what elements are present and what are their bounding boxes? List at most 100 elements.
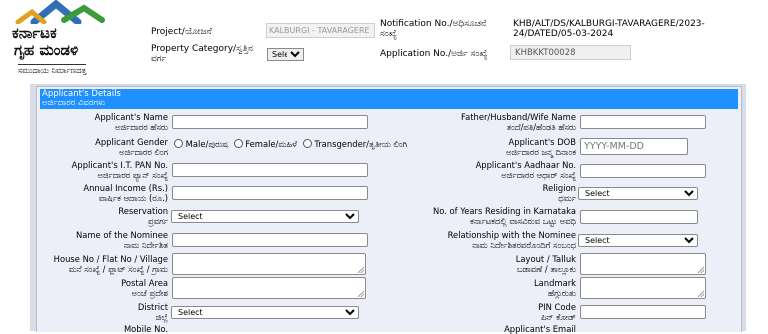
property-category-label: Property Category/ಸ್ವತ್ತಿನ ವರ್ಗ <box>151 44 253 64</box>
notification-label-line1: Notification No./ಅಧಿಸೂಚನೆ <box>380 19 487 29</box>
postal-label: Postal Area ಅಂಚೆ ಪ್ರದೇಶ <box>40 278 168 298</box>
reservation-select[interactable]: Select <box>171 210 359 223</box>
resize-grip-icon[interactable] <box>698 291 704 297</box>
income-label-kn: ವಾರ್ಷಿಕ ಆದಾಯ (ರೂ.) <box>98 193 168 203</box>
postal-textarea[interactable] <box>172 277 366 299</box>
religion-label-kn: ಧರ್ಮ <box>558 193 576 203</box>
application-label: Application No./ಅರ್ಜಿ ಸಂಖ್ಯೆ <box>380 49 488 59</box>
khb-logo: ಕರ್ನಾಟಕ ಗೃಹ ಮಂಡಳಿ ಸಮುದಾಯ ನಿರ್ಮಾಣದತ್ತ <box>4 0 124 80</box>
dob-label-en: Applicant's DOB <box>508 137 576 147</box>
logo-line1: ಕರ್ನಾಟಕ <box>12 24 57 42</box>
resize-grip-icon[interactable] <box>698 267 704 273</box>
father-name-label-en: Father/Husband/Wife Name <box>461 112 576 122</box>
pin-label-kn: ಪಿನ್ ಕೋಡ್ <box>540 312 576 322</box>
reservation-label: Reservation ಪ್ರವರ್ಗ <box>40 206 168 226</box>
gender-label-kn: ಅರ್ಜಿದಾರರ ಲಿಂಗ <box>119 147 168 157</box>
dob-label: Applicant's DOB ಅರ್ಜಿದಾರರ ಜನ್ಮ ದಿನಾಂಕ <box>420 137 576 157</box>
notification-value: KHB/ALT/DS/KALBURGI-TAVARAGERE/2023-24/D… <box>513 19 705 39</box>
district-label: District ಜಿಲ್ಲೆ <box>40 302 168 322</box>
notification-label-line2: ಸಂಖ್ಯೆ <box>380 29 397 39</box>
applicant-name-input[interactable] <box>172 115 368 129</box>
resize-grip-icon[interactable] <box>358 267 364 273</box>
aadhaar-label: Applicant's Aadhaar No. ಅರ್ಜಿದಾರರ ಆಧಾರ್ … <box>420 160 576 180</box>
aadhaar-label-en: Applicant's Aadhaar No. <box>475 160 576 170</box>
religion-label-en: Religion <box>542 183 576 193</box>
gender-female-radio[interactable] <box>233 139 243 148</box>
pin-label: PIN Code ಪಿನ್ ಕೋಡ್ <box>420 302 576 322</box>
pan-label-kn: ಅರ್ಜಿದಾರರ ಪ್ಯಾನ್ ಸಂಖ್ಯೆ <box>97 170 168 180</box>
property-category-label-line1: Property Category/ಸ್ವತ್ತಿನ <box>151 44 254 54</box>
landmark-label: Landmark ಹೆಗ್ಗುರುತು <box>420 278 576 298</box>
layout-textarea[interactable] <box>580 253 706 275</box>
dob-label-kn: ಅರ್ಜಿದಾರರ ಜನ್ಮ ದಿನಾಂಕ <box>506 147 576 157</box>
house-label-kn: ಮನೆ ಸಂಖ್ಯೆ / ಫ್ಲಾಟ್ ಸಂಖ್ಯೆ / ಗ್ರಾಮ <box>68 264 168 274</box>
applicant-name-label-en: Applicant's Name <box>94 112 168 122</box>
logo-line2: ಗೃಹ ಮಂಡಳಿ <box>14 41 79 59</box>
aadhaar-input[interactable] <box>580 164 706 178</box>
landmark-textarea[interactable] <box>580 277 706 299</box>
nominee-relation-label-en: Relationship with the Nominee <box>447 230 576 240</box>
header: ಕರ್ನಾಟಕ ಗೃಹ ಮಂಡಳಿ ಸಮುದಾಯ ನಿರ್ಮಾಣದತ್ತ Pro… <box>0 0 768 84</box>
aadhaar-label-kn: ಅರ್ಜಿದಾರರ ಆಧಾರ್ ಸಂಖ್ಯೆ <box>501 170 576 180</box>
gender-label-en: Applicant Gender <box>95 137 168 147</box>
applicant-name-label: Applicant's Name ಅರ್ಜಿದಾರರ ಹೆಸರು <box>40 112 168 132</box>
logo-houses-icon <box>15 0 105 24</box>
religion-label: Religion ಧರ್ಮ <box>420 183 576 203</box>
applicant-name-label-kn: ಅರ್ಜಿದಾರರ ಹೆಸರು <box>114 122 168 132</box>
reservation-label-kn: ಪ್ರವರ್ಗ <box>148 216 168 226</box>
gender-trans-label: Transgender/ತೃತೀಯ ಲಿಂಗಿ <box>314 139 408 149</box>
nominee-input[interactable] <box>172 233 368 247</box>
district-select[interactable]: Select <box>171 306 359 319</box>
email-label: Applicant's Email <box>504 324 576 334</box>
father-name-label-kn: ತಂದೆ/ಪತಿ/ಹೆಂಡತಿ ಹೆಸರು <box>506 122 576 132</box>
layout-label-en: Layout / Talluk <box>515 254 576 264</box>
nominee-label-en: Name of the Nominee <box>76 230 168 240</box>
postal-label-kn: ಅಂಚೆ ಪ್ರದೇಶ <box>131 288 168 298</box>
property-category-label-line2: ವರ್ಗ <box>151 54 167 64</box>
years-karnataka-label: No. of Years Residing in Karnataka ಕರ್ನಾ… <box>400 206 576 226</box>
years-karnataka-label-en: No. of Years Residing in Karnataka <box>432 206 576 216</box>
section-title-kn: ಅರ್ಜಿದಾರರ ವಿವರಗಳು <box>42 98 106 108</box>
nominee-label-kn: ನಾಮ ನಿರ್ದೇಶಿತ <box>123 240 168 250</box>
district-label-en: District <box>137 302 168 312</box>
income-label: Annual Income (Rs.) ವಾರ್ಷಿಕ ಆದಾಯ (ರೂ.) <box>40 183 168 203</box>
pan-label: Applicant's I.T. PAN No. ಅರ್ಜಿದಾರರ ಪ್ಯಾನ… <box>40 160 168 180</box>
gender-label: Applicant Gender ಅರ್ಜಿದಾರರ ಲಿಂಗ <box>40 137 168 157</box>
father-name-input[interactable] <box>580 115 706 129</box>
religion-select[interactable]: Select <box>578 187 698 200</box>
dob-input[interactable] <box>580 138 688 155</box>
house-textarea[interactable] <box>172 253 366 275</box>
nominee-relation-label-kn: ನಾಮ ನಿರ್ದೇಶಿತರವರೊಂದಿಗೆ ಸಂಬಂಧ <box>472 240 576 250</box>
gender-male-label: Male/ಪುರುಷ <box>185 139 228 149</box>
years-karnataka-input[interactable] <box>580 210 698 224</box>
pan-input[interactable] <box>172 163 368 177</box>
income-label-en: Annual Income (Rs.) <box>83 183 168 193</box>
notification-label: Notification No./ಅಧಿಸೂಚನೆ ಸಂಖ್ಯೆ <box>380 19 486 39</box>
resize-grip-icon[interactable] <box>358 291 364 297</box>
years-karnataka-label-kn: ಕರ್ನಾಟಕದಲ್ಲಿ ವಾಸವಿರುವ ಒಟ್ಟು ಅವಧಿ <box>469 216 576 226</box>
house-label: House No / Flat No / Village ಮನೆ ಸಂಖ್ಯೆ … <box>30 254 168 274</box>
nominee-label: Name of the Nominee ನಾಮ ನಿರ್ದೇಶಿತ <box>40 230 168 250</box>
layout-label: Layout / Talluk ಬಡಾವಣೆ / ತಾಲ್ಲೂಕು <box>420 254 576 274</box>
landmark-label-en: Landmark <box>533 278 576 288</box>
mobile-label: Mobile No. <box>123 324 168 334</box>
gender-trans-radio[interactable] <box>302 139 312 148</box>
nominee-relation-label: Relationship with the Nominee ನಾಮ ನಿರ್ದೇ… <box>400 230 576 250</box>
layout-label-kn: ಬಡಾವಣೆ / ತಾಲ್ಲೂಕು <box>516 264 576 274</box>
gender-female-label: Female/ಮಹಿಳೆ <box>245 139 297 149</box>
income-input[interactable] <box>172 186 368 200</box>
project-label: Project/ಯೋಜನೆ <box>151 27 212 37</box>
gender-radio-group: Male/ಪುರುಷ Female/ಮಹಿಳೆ Transgender/ತೃತೀ… <box>174 139 407 149</box>
district-label-kn: ಜಿಲ್ಲೆ <box>155 312 168 322</box>
pin-input[interactable] <box>580 305 706 319</box>
nominee-relation-select[interactable]: Select <box>578 234 698 247</box>
postal-label-en: Postal Area <box>121 278 168 288</box>
logo-tagline: ಸಮುದಾಯ ನಿರ್ಮಾಣದತ್ತ <box>18 64 87 75</box>
pan-label-en: Applicant's I.T. PAN No. <box>71 160 168 170</box>
pin-label-en: PIN Code <box>538 302 576 312</box>
property-category-select[interactable]: Select <box>267 48 304 61</box>
father-name-label: Father/Husband/Wife Name ತಂದೆ/ಪತಿ/ಹೆಂಡತಿ… <box>420 112 576 132</box>
house-label-en: House No / Flat No / Village <box>53 254 168 264</box>
landmark-label-kn: ಹೆಗ್ಗುರುತು <box>547 288 576 298</box>
gender-male-radio[interactable] <box>174 139 183 148</box>
